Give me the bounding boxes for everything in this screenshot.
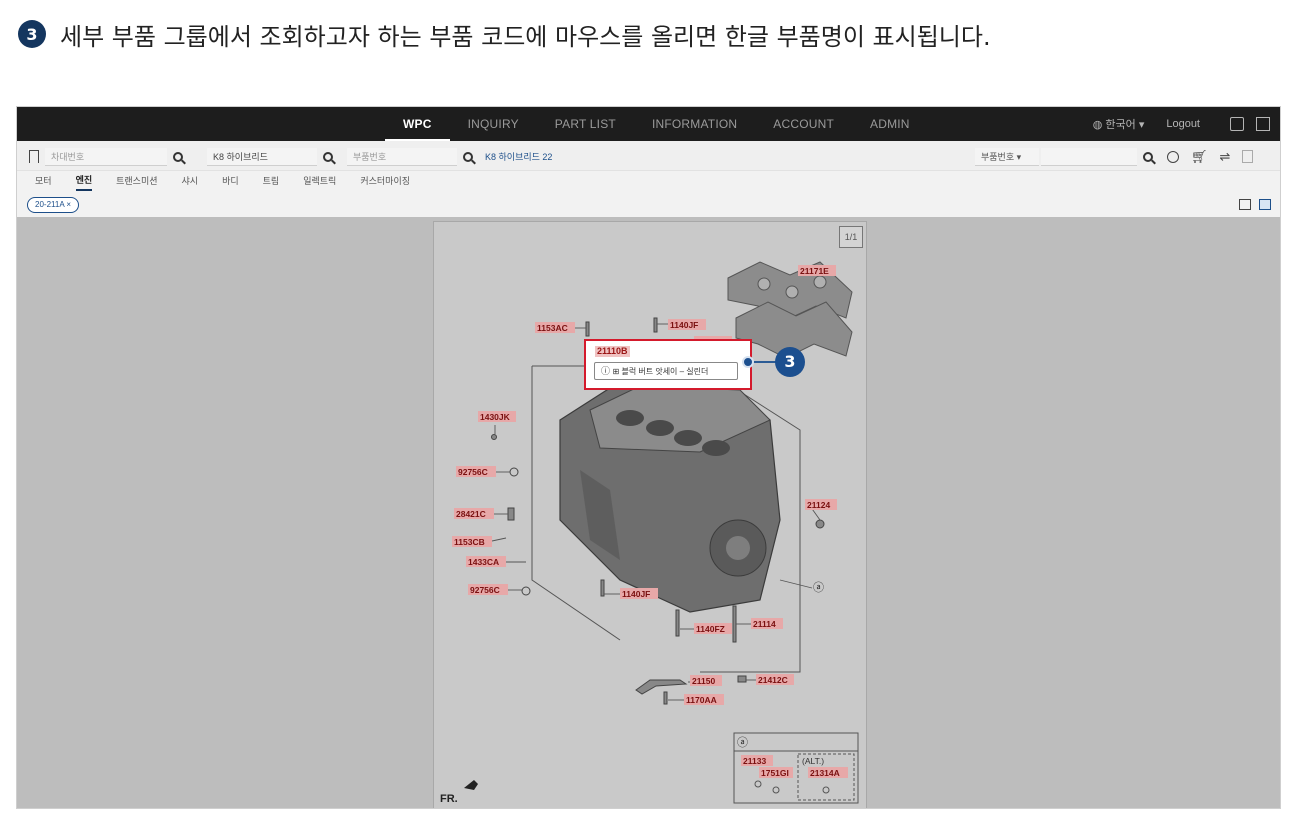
bookmark-icon[interactable]: [29, 150, 39, 163]
vin-search-input[interactable]: 차대번호: [45, 147, 167, 166]
instruction-text: 세부 부품 그룹에서 조회하고자 하는 부품 코드에 마우스를 올리면 한글 부…: [60, 22, 991, 51]
main-menu: WPC INQUIRY PART LIST INFORMATION ACCOUN…: [385, 107, 928, 141]
part-type-select-value: 부품번호: [981, 151, 1015, 162]
nav-information[interactable]: INFORMATION: [634, 107, 755, 141]
callout-anchor-dot: [742, 356, 754, 368]
nav-account[interactable]: ACCOUNT: [755, 107, 852, 141]
part-type-select[interactable]: 부품번호 ▾: [975, 147, 1039, 166]
screenshot-root: 3 세부 부품 그룹에서 조회하고자 하는 부품 코드에 마우스를 올리면 한글…: [0, 0, 1296, 825]
filter-chip-row: 20-211A ×: [17, 193, 1280, 217]
bookmark-icon[interactable]: [1256, 117, 1270, 131]
language-selector[interactable]: ◍ 한국어 ▾: [1093, 116, 1145, 132]
tab-engine[interactable]: 엔진: [75, 173, 93, 191]
search-icon[interactable]: [1143, 151, 1153, 162]
tooltip-part-name: 블럭 버트 앗세이 – 실린더: [621, 367, 709, 376]
group-filter-chip[interactable]: 20-211A ×: [27, 197, 80, 213]
help-icon: ⓘ: [601, 366, 613, 376]
nav-admin[interactable]: ADMIN: [852, 107, 928, 141]
split-view-icon[interactable]: [1239, 199, 1251, 210]
tab-body[interactable]: 바디: [222, 174, 239, 190]
top-right-controls: ◍ 한국어 ▾ Logout: [1093, 107, 1270, 141]
history-icon[interactable]: [1167, 150, 1179, 163]
hovered-part-code[interactable]: 21110B: [595, 346, 630, 357]
cart-icon[interactable]: 🛒︎: [1191, 149, 1208, 165]
nav-part-list[interactable]: PART LIST: [537, 107, 634, 141]
page-indicator: 1/1: [839, 226, 863, 248]
search-toolbar: 차대번호 K8 하이브리드 부품번호 K8 하이브리드 22 부품번호 ▾ 🛒︎: [17, 141, 1280, 171]
tab-trim[interactable]: 트림: [263, 174, 280, 190]
instruction-heading: 3 세부 부품 그룹에서 조회하고자 하는 부품 코드에 마우스를 올리면 한글…: [18, 14, 991, 54]
model-breadcrumb: K8 하이브리드 22: [485, 152, 553, 162]
image-view-icon[interactable]: [1259, 199, 1271, 210]
tab-electric[interactable]: 일렉트릭: [303, 174, 336, 190]
search-icon[interactable]: [463, 151, 473, 162]
nav-inquiry[interactable]: INQUIRY: [450, 107, 537, 141]
callout-number-badge: 3: [775, 347, 805, 377]
tab-motor[interactable]: 모터: [35, 174, 52, 190]
logout-link[interactable]: Logout: [1166, 118, 1200, 130]
exploded-diagram-sheet: 1/1: [433, 221, 867, 808]
language-label: 한국어: [1105, 119, 1136, 131]
wpc-app-window: WPC INQUIRY PART LIST INFORMATION ACCOUN…: [16, 106, 1281, 809]
search-icon[interactable]: [323, 151, 333, 162]
search-icon[interactable]: [173, 151, 183, 162]
part-search-input[interactable]: 부품번호: [347, 147, 457, 166]
tab-chassis[interactable]: 샤시: [182, 174, 199, 190]
part-name-tooltip: ⓘ ⊞ 블럭 버트 앗세이 – 실린더: [594, 362, 738, 380]
category-tabs: 모터 엔진 트랜스미션 샤시 바디 트림 일렉트릭 커스터마이징: [17, 171, 1280, 193]
document-icon[interactable]: [1242, 150, 1254, 163]
globe-icon: ◍: [1092, 119, 1106, 131]
step-number-badge: 3: [18, 20, 46, 48]
download-icon[interactable]: [1230, 117, 1244, 131]
tab-customizing[interactable]: 커스터마이징: [360, 174, 410, 190]
tab-transmission[interactable]: 트랜스미션: [116, 174, 157, 190]
top-navigation-bar: WPC INQUIRY PART LIST INFORMATION ACCOUN…: [17, 107, 1280, 141]
part-number-input[interactable]: [1041, 147, 1137, 166]
diagram-canvas: 1/1: [17, 217, 1280, 808]
filter-icon[interactable]: ⇌: [1220, 149, 1231, 165]
nav-wpc[interactable]: WPC: [385, 107, 450, 141]
model-search-input[interactable]: K8 하이브리드: [207, 147, 317, 166]
